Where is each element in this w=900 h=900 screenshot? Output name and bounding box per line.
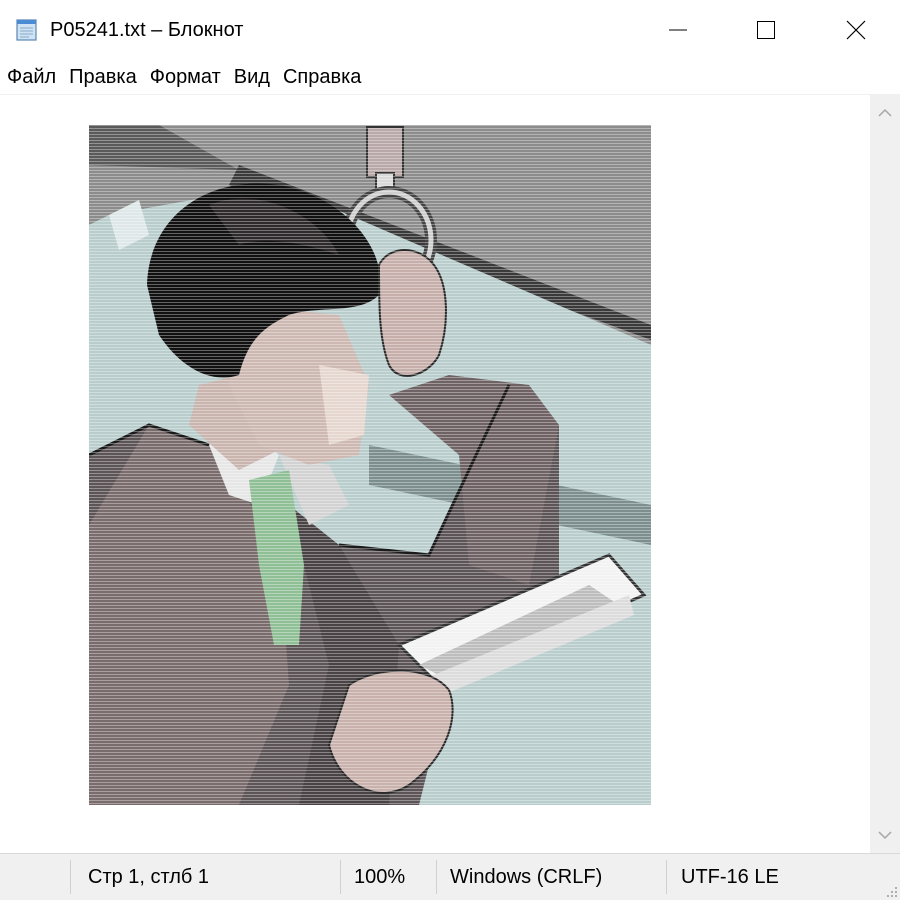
menu-view[interactable]: Вид [228, 61, 277, 93]
title-bar[interactable]: P05241.txt – Блокнот [0, 0, 900, 60]
chevron-down-icon [878, 831, 892, 840]
status-divider [436, 860, 437, 894]
menu-format[interactable]: Формат [144, 61, 228, 93]
menu-file[interactable]: Файл [0, 61, 63, 93]
notepad-icon [14, 16, 40, 42]
scroll-down-button[interactable] [870, 817, 900, 853]
status-bar: Стр 1, стлб 1 100% Windows (CRLF) UTF-16… [0, 853, 900, 900]
menu-help[interactable]: Справка [277, 61, 368, 93]
maximize-icon [757, 21, 775, 39]
status-divider [666, 860, 667, 894]
menu-edit[interactable]: Правка [63, 61, 144, 93]
status-line-ending: Windows (CRLF) [450, 866, 603, 888]
text-editor[interactable] [0, 95, 870, 853]
ascii-art-illustration [89, 125, 651, 805]
vertical-scrollbar[interactable] [870, 95, 900, 853]
window-title: P05241.txt – Блокнот [50, 19, 244, 41]
maximize-button[interactable] [736, 0, 796, 60]
close-button[interactable] [826, 0, 886, 60]
status-encoding: UTF-16 LE [681, 866, 779, 888]
resize-grip-icon[interactable] [884, 884, 898, 898]
minimize-button[interactable] [648, 0, 708, 60]
status-zoom: 100% [354, 866, 406, 888]
scroll-up-button[interactable] [870, 95, 900, 131]
menu-bar: Файл Правка Формат Вид Справка [0, 61, 900, 93]
status-divider [70, 860, 71, 894]
status-divider [340, 860, 341, 894]
close-icon [846, 20, 866, 40]
minimize-icon [669, 29, 687, 31]
status-cursor-position: Стр 1, стлб 1 [88, 866, 210, 888]
chevron-up-icon [878, 108, 892, 117]
